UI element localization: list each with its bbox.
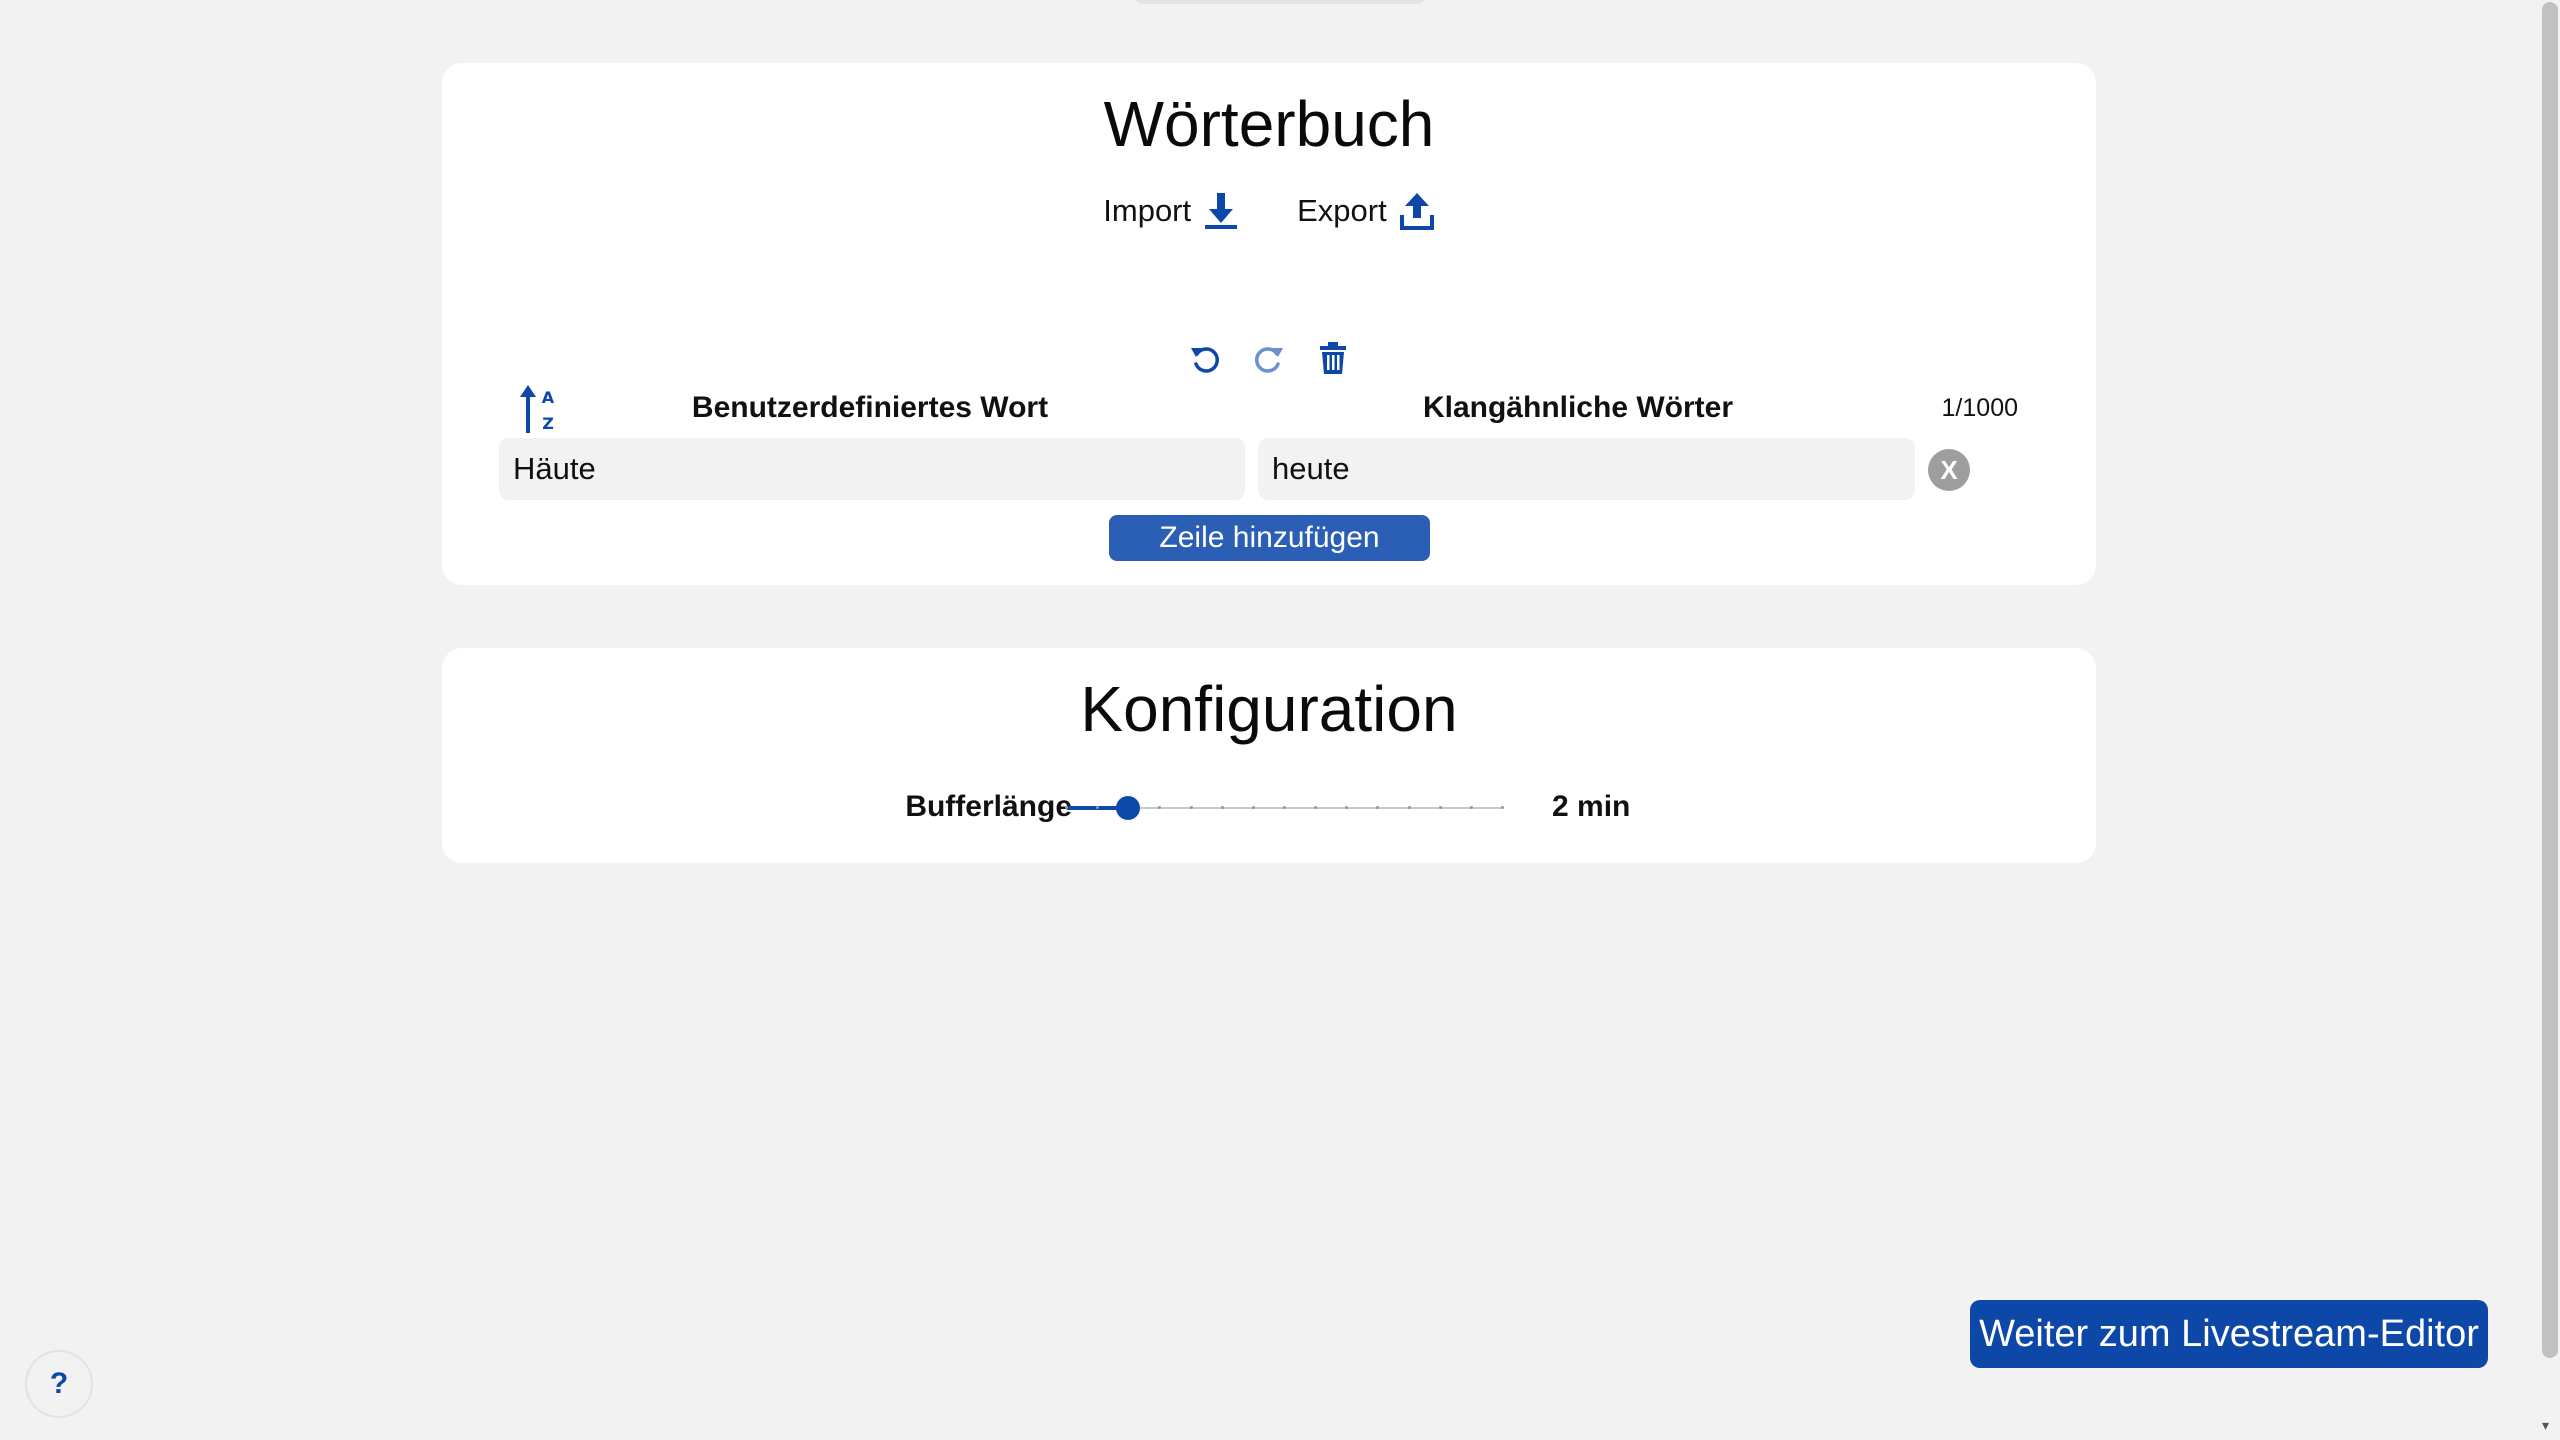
column-header-custom-word: Benutzerdefiniertes Wort xyxy=(691,391,1049,424)
help-button[interactable]: ? xyxy=(25,1350,93,1418)
config-card: Konfiguration Bufferlänge 2 min xyxy=(442,648,2096,863)
import-button[interactable]: Import xyxy=(1103,191,1239,231)
slider-tick xyxy=(1251,806,1255,809)
slider-tick xyxy=(1283,806,1286,809)
redo-icon xyxy=(1255,347,1283,373)
slider-tick xyxy=(1189,806,1193,809)
upload-icon xyxy=(1399,193,1434,230)
sound-alike-input[interactable] xyxy=(1258,438,1915,500)
buffer-length-slider[interactable] xyxy=(1065,796,1504,820)
scrollbar-thumb[interactable] xyxy=(2542,2,2558,1358)
slider-tick xyxy=(1438,806,1442,809)
slider-tick xyxy=(1220,806,1224,809)
remove-row-button[interactable]: X xyxy=(1928,449,1970,491)
custom-word-input[interactable] xyxy=(499,438,1245,500)
slider-tick xyxy=(1407,806,1411,809)
slider-thumb[interactable] xyxy=(1116,796,1141,820)
undo-icon xyxy=(1191,347,1219,373)
delete-all-button[interactable] xyxy=(1315,338,1351,378)
export-label: Export xyxy=(1297,193,1387,228)
download-icon xyxy=(1205,193,1238,229)
column-header-sound-alike: Klangähnliche Wörter xyxy=(1422,391,1734,424)
trash-icon xyxy=(1320,342,1346,374)
import-label: Import xyxy=(1103,193,1192,228)
export-button[interactable]: Export xyxy=(1297,191,1435,231)
top-tab xyxy=(1135,0,1425,4)
dictionary-title: Wörterbuch xyxy=(1103,88,1435,160)
buffer-length-value: 2 min xyxy=(1552,790,1631,823)
slider-tick xyxy=(1065,806,1068,809)
buffer-length-label: Bufferlänge xyxy=(905,790,1072,823)
add-row-button[interactable]: Zeile hinzufügen xyxy=(1109,515,1430,561)
edit-toolbar xyxy=(442,338,2096,378)
page-scrollbar[interactable]: ▾ xyxy=(2538,0,2560,1440)
redo-button[interactable] xyxy=(1251,338,1287,378)
continue-to-livestream-editor-button[interactable]: Weiter zum Livestream-Editor xyxy=(1970,1300,2488,1368)
slider-tick xyxy=(1469,806,1473,809)
undo-button[interactable] xyxy=(1187,338,1223,378)
slider-tick xyxy=(1501,806,1504,809)
entry-counter: 1/1000 xyxy=(1941,394,2018,422)
config-title: Konfiguration xyxy=(1080,673,1458,745)
dictionary-card: Wörterbuch Import Export A Z Benutzerdef… xyxy=(442,63,2096,585)
scroll-down-arrow-icon[interactable]: ▾ xyxy=(2542,1417,2549,1434)
import-export-row: Import Export xyxy=(442,191,2096,231)
